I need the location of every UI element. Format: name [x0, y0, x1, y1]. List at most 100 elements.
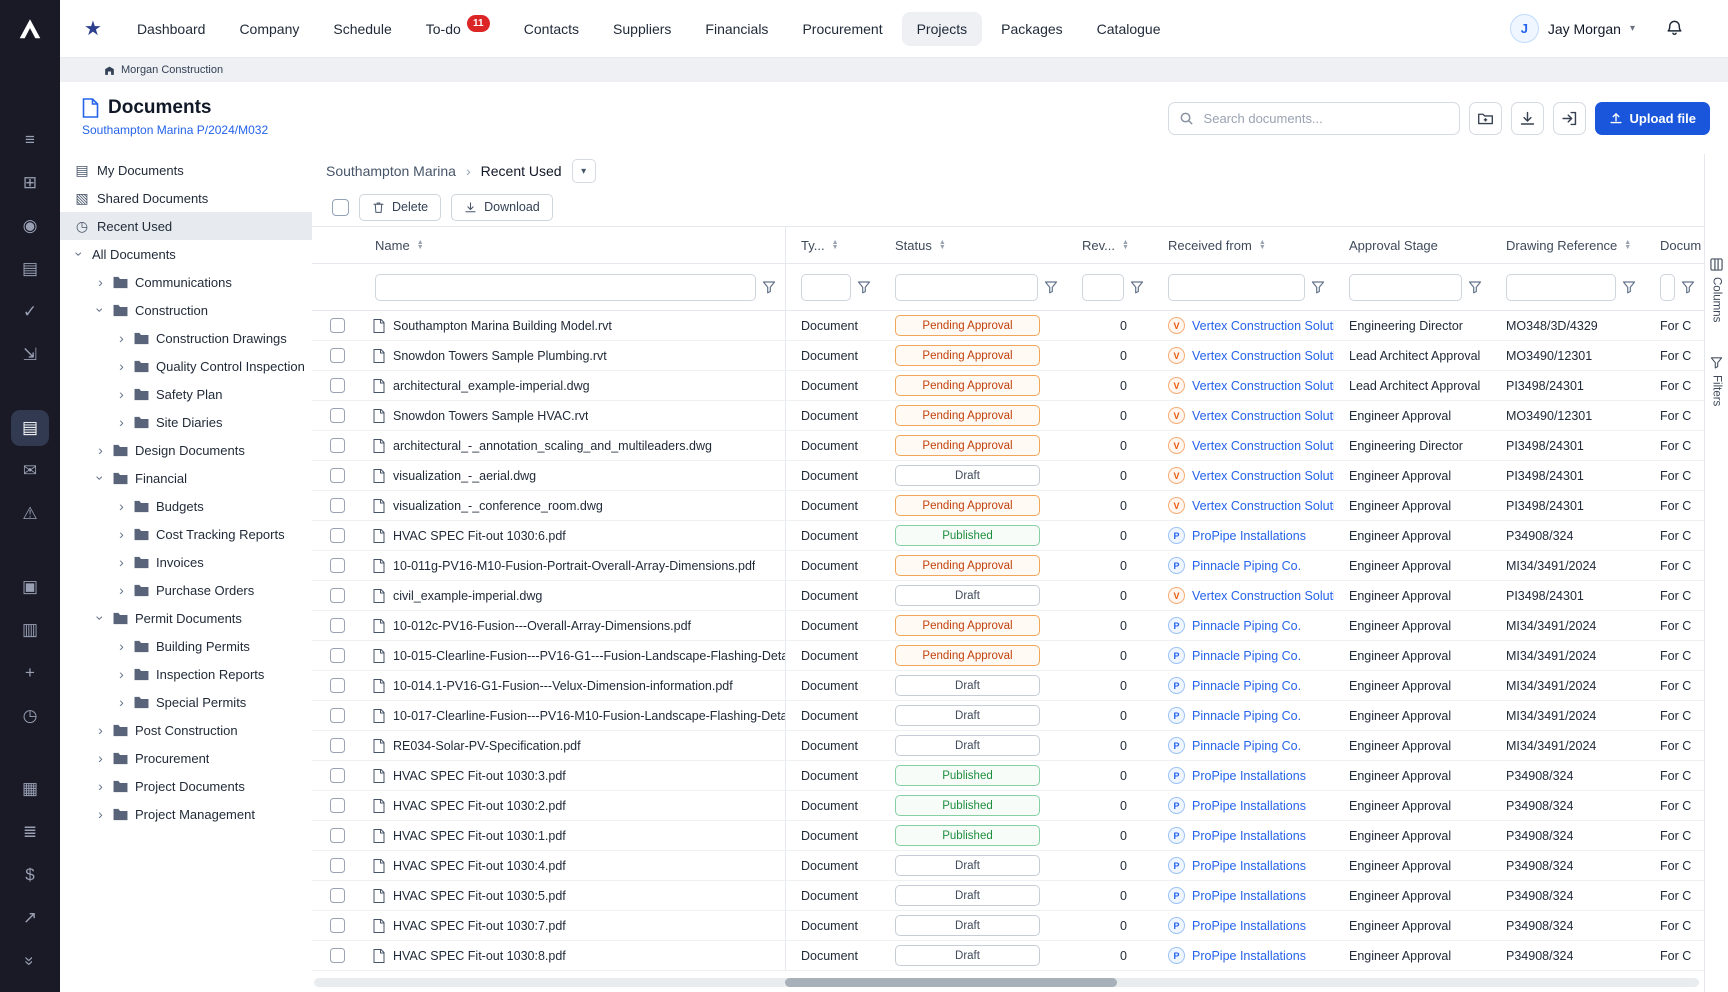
- nav-item-dashboard[interactable]: Dashboard: [122, 12, 221, 46]
- table-row[interactable]: Snowdon Towers Sample Plumbing.rvt Docum…: [312, 341, 1704, 371]
- received-from-link[interactable]: ProPipe Installations: [1192, 859, 1306, 873]
- document-name[interactable]: 10-011g-PV16-M10-Fusion-Portrait-Overall…: [393, 559, 755, 573]
- received-from-link[interactable]: Pinnacle Piping Co.: [1192, 559, 1301, 573]
- breadcrumb-project[interactable]: Southampton Marina: [326, 163, 456, 179]
- columns-tab[interactable]: Columns: [1710, 258, 1723, 322]
- filter-input[interactable]: [1082, 274, 1124, 301]
- filter-funnel-icon[interactable]: [1311, 280, 1325, 294]
- row-checkbox[interactable]: [330, 918, 345, 933]
- download-button[interactable]: Download: [451, 194, 553, 221]
- tree-folder-special-permits[interactable]: › Special Permits: [60, 688, 312, 716]
- tree-folder-financial[interactable]: › Financial: [60, 464, 312, 492]
- document-name[interactable]: architectural_example-imperial.dwg: [393, 379, 590, 393]
- tree-folder-safety-plan[interactable]: › Safety Plan: [60, 380, 312, 408]
- document-name[interactable]: 10-012c-PV16-Fusion---Overall-Array-Dime…: [393, 619, 691, 633]
- table-row[interactable]: 10-017-Clearline-Fusion---PV16-M10-Fusio…: [312, 701, 1704, 731]
- row-checkbox[interactable]: [330, 378, 345, 393]
- rail-messages-button[interactable]: ✉: [11, 453, 49, 489]
- nav-item-projects[interactable]: Projects: [902, 12, 983, 46]
- row-checkbox[interactable]: [330, 528, 345, 543]
- row-checkbox[interactable]: [330, 678, 345, 693]
- filter-funnel-icon[interactable]: [1622, 280, 1636, 294]
- download-all-button[interactable]: [1511, 102, 1544, 135]
- tree-folder-post-construction[interactable]: › Post Construction: [60, 716, 312, 744]
- column-header-rev[interactable]: Rev... ▲▼: [1067, 227, 1153, 263]
- nav-item-to-do[interactable]: To-do 11: [411, 11, 505, 46]
- column-header-status[interactable]: Status ▲▼: [880, 227, 1067, 263]
- document-name[interactable]: architectural_-_annotation_scaling_and_m…: [393, 439, 712, 453]
- import-button[interactable]: [1553, 102, 1586, 135]
- received-from-link[interactable]: Vertex Construction Solutio: [1192, 439, 1334, 453]
- table-row[interactable]: architectural_-_annotation_scaling_and_m…: [312, 431, 1704, 461]
- move-to-folder-button[interactable]: [1469, 102, 1502, 135]
- column-header-stage[interactable]: Approval Stage: [1334, 227, 1491, 263]
- column-header-recv[interactable]: Received from ▲▼: [1153, 227, 1334, 263]
- document-name[interactable]: HVAC SPEC Fit-out 1030:3.pdf: [393, 769, 566, 783]
- sort-icon[interactable]: ▲▼: [832, 240, 839, 251]
- tree-item-recent-used[interactable]: ◷ Recent Used: [60, 212, 312, 240]
- filter-input[interactable]: [1168, 274, 1305, 301]
- received-from-link[interactable]: Vertex Construction Solutio: [1192, 469, 1334, 483]
- received-from-link[interactable]: Pinnacle Piping Co.: [1192, 649, 1301, 663]
- received-from-link[interactable]: ProPipe Installations: [1192, 799, 1306, 813]
- table-row[interactable]: Southampton Marina Building Model.rvt Do…: [312, 311, 1704, 341]
- document-name[interactable]: HVAC SPEC Fit-out 1030:6.pdf: [393, 529, 566, 543]
- favorite-star-icon[interactable]: ★: [84, 16, 102, 41]
- filter-funnel-icon[interactable]: [1044, 280, 1058, 294]
- tree-folder-purchase-orders[interactable]: › Purchase Orders: [60, 576, 312, 604]
- rail-menu-button[interactable]: ≡: [11, 122, 49, 158]
- breadcrumb-dropdown-button[interactable]: ▾: [572, 159, 596, 183]
- received-from-link[interactable]: Pinnacle Piping Co.: [1192, 709, 1301, 723]
- filter-input[interactable]: [375, 274, 756, 301]
- filter-input[interactable]: [1506, 274, 1616, 301]
- tree-folder-design-documents[interactable]: › Design Documents: [60, 436, 312, 464]
- tree-folder-permit-documents[interactable]: › Permit Documents: [60, 604, 312, 632]
- table-row[interactable]: civil_example-imperial.dwg Document Draf…: [312, 581, 1704, 611]
- tree-item-all-documents[interactable]: › All Documents: [60, 240, 312, 268]
- table-row[interactable]: HVAC SPEC Fit-out 1030:6.pdf Document Pu…: [312, 521, 1704, 551]
- received-from-link[interactable]: ProPipe Installations: [1192, 529, 1306, 543]
- document-name[interactable]: 10-017-Clearline-Fusion---PV16-M10-Fusio…: [393, 709, 785, 723]
- table-row[interactable]: HVAC SPEC Fit-out 1030:2.pdf Document Pu…: [312, 791, 1704, 821]
- filter-funnel-icon[interactable]: [1468, 280, 1482, 294]
- received-from-link[interactable]: Pinnacle Piping Co.: [1192, 679, 1301, 693]
- received-from-link[interactable]: ProPipe Installations: [1192, 889, 1306, 903]
- tree-folder-site-diaries[interactable]: › Site Diaries: [60, 408, 312, 436]
- user-menu[interactable]: J Jay Morgan ▾: [1510, 14, 1635, 43]
- document-name[interactable]: HVAC SPEC Fit-out 1030:5.pdf: [393, 889, 566, 903]
- document-name[interactable]: civil_example-imperial.dwg: [393, 589, 542, 603]
- nav-item-contacts[interactable]: Contacts: [509, 12, 594, 46]
- sort-icon[interactable]: ▲▼: [1122, 240, 1129, 251]
- tree-folder-budgets[interactable]: › Budgets: [60, 492, 312, 520]
- nav-item-company[interactable]: Company: [224, 12, 314, 46]
- nav-item-suppliers[interactable]: Suppliers: [598, 12, 686, 46]
- received-from-link[interactable]: Vertex Construction Solutio: [1192, 499, 1334, 513]
- document-name[interactable]: Southampton Marina Building Model.rvt: [393, 319, 612, 333]
- row-checkbox[interactable]: [330, 798, 345, 813]
- filter-input[interactable]: [895, 274, 1038, 301]
- rail-invoices-button[interactable]: ▥: [11, 612, 49, 648]
- tree-folder-inspection-reports[interactable]: › Inspection Reports: [60, 660, 312, 688]
- nav-item-procurement[interactable]: Procurement: [787, 12, 897, 46]
- tree-folder-project-management[interactable]: › Project Management: [60, 800, 312, 828]
- received-from-link[interactable]: ProPipe Installations: [1192, 769, 1306, 783]
- table-row[interactable]: HVAC SPEC Fit-out 1030:1.pdf Document Pu…: [312, 821, 1704, 851]
- row-checkbox[interactable]: [330, 468, 345, 483]
- document-name[interactable]: HVAC SPEC Fit-out 1030:7.pdf: [393, 919, 566, 933]
- sort-icon[interactable]: ▲▼: [417, 240, 424, 251]
- row-checkbox[interactable]: [330, 498, 345, 513]
- row-checkbox[interactable]: [330, 348, 345, 363]
- filter-funnel-icon[interactable]: [1130, 280, 1144, 294]
- upload-file-button[interactable]: Upload file: [1595, 102, 1710, 135]
- document-name[interactable]: HVAC SPEC Fit-out 1030:4.pdf: [393, 859, 566, 873]
- rail-reports-trend-button[interactable]: ↗: [11, 900, 49, 936]
- received-from-link[interactable]: ProPipe Installations: [1192, 829, 1306, 843]
- filter-input[interactable]: [1660, 274, 1675, 301]
- column-header-name[interactable]: Name ▲▼: [360, 227, 786, 263]
- rail-time-clock-button[interactable]: ◷: [11, 698, 49, 734]
- document-name[interactable]: 10-015-Clearline-Fusion---PV16-G1---Fusi…: [393, 649, 785, 663]
- tree-folder-building-permits[interactable]: › Building Permits: [60, 632, 312, 660]
- rail-contacts-button[interactable]: ◉: [11, 208, 49, 244]
- received-from-link[interactable]: Vertex Construction Solutio: [1192, 589, 1334, 603]
- rail-finance-dollar-button[interactable]: $: [11, 857, 49, 893]
